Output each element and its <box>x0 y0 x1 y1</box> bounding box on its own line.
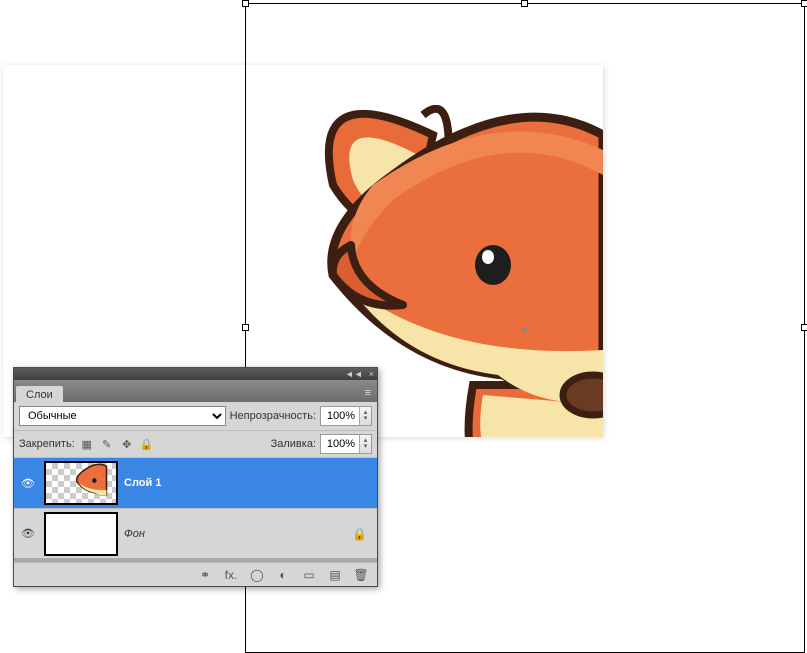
delete-layer-icon[interactable]: 🗑 <box>353 567 369 583</box>
new-group-icon[interactable]: ▭ <box>301 567 317 583</box>
link-layers-icon[interactable]: ⚭ <box>197 567 213 583</box>
layer-item-background[interactable]: 👁 Фон 🔒 <box>14 508 377 558</box>
lock-all-icon[interactable]: 🔒 <box>140 437 154 451</box>
lock-fill-row: Закрепить: ▦ ✎ ✥ 🔒 Заливка: ▴▾ <box>14 431 377 458</box>
layer-list: 👁 Слой 1 👁 Фон 🔒 <box>14 458 377 562</box>
panel-bottom-toolbar: ⚭ fx. ◯ ◐ ▭ ▤ 🗑 <box>14 562 377 586</box>
layer-mask-icon[interactable]: ◯ <box>249 567 265 583</box>
panel-menu-icon[interactable]: ≡ <box>359 384 377 402</box>
visibility-toggle-background[interactable]: 👁 <box>18 511 38 557</box>
eye-icon: 👁 <box>21 477 35 490</box>
layer-name-background[interactable]: Фон <box>124 528 145 540</box>
panel-close-icon[interactable]: × <box>369 370 374 379</box>
transform-handle-top-right[interactable] <box>801 0 807 7</box>
eye-icon: 👁 <box>21 527 35 540</box>
transform-handle-middle-right[interactable] <box>801 324 807 331</box>
opacity-input[interactable] <box>321 410 359 422</box>
panel-topbar: ◄◄ × <box>14 368 377 380</box>
lock-label: Закрепить: <box>19 438 75 450</box>
layer-name-1[interactable]: Слой 1 <box>124 477 161 489</box>
lock-icon: 🔒 <box>352 527 367 541</box>
layer-thumbnail-background[interactable] <box>44 512 118 556</box>
opacity-label: Непрозрачность: <box>230 410 316 422</box>
panel-collapse-icon[interactable]: ◄◄ <box>345 370 363 379</box>
lock-position-icon[interactable]: ✥ <box>120 437 134 451</box>
blend-opacity-row: Обычные Непрозрачность: ▴▾ <box>14 402 377 431</box>
opacity-input-group: ▴▾ <box>320 406 372 426</box>
visibility-toggle-layer1[interactable]: 👁 <box>18 460 38 506</box>
fill-spinner[interactable]: ▴▾ <box>359 435 371 453</box>
transform-handle-top-middle[interactable] <box>521 0 528 7</box>
new-layer-icon[interactable]: ▤ <box>327 567 343 583</box>
lock-transparency-icon[interactable]: ▦ <box>80 437 94 451</box>
thumb-fox-icon <box>60 463 118 505</box>
fill-input-group: ▴▾ <box>320 434 372 454</box>
tab-layers[interactable]: Слои <box>16 386 63 403</box>
adjustment-layer-icon[interactable]: ◐ <box>275 567 291 583</box>
layers-panel: ◄◄ × Слои ≡ Обычные Непрозрачность: ▴▾ З… <box>13 367 378 587</box>
layer-item-1[interactable]: 👁 Слой 1 <box>14 458 377 508</box>
blend-mode-select[interactable]: Обычные <box>19 406 226 426</box>
lock-image-icon[interactable]: ✎ <box>100 437 114 451</box>
layer-fx-icon[interactable]: fx. <box>223 567 239 583</box>
fill-input[interactable] <box>321 438 359 450</box>
transform-handle-top-left[interactable] <box>242 0 249 7</box>
layer-thumbnail-1[interactable] <box>44 461 118 505</box>
fill-label: Заливка: <box>271 438 316 450</box>
panel-tab-row: Слои ≡ <box>14 380 377 402</box>
opacity-spinner[interactable]: ▴▾ <box>359 407 371 425</box>
